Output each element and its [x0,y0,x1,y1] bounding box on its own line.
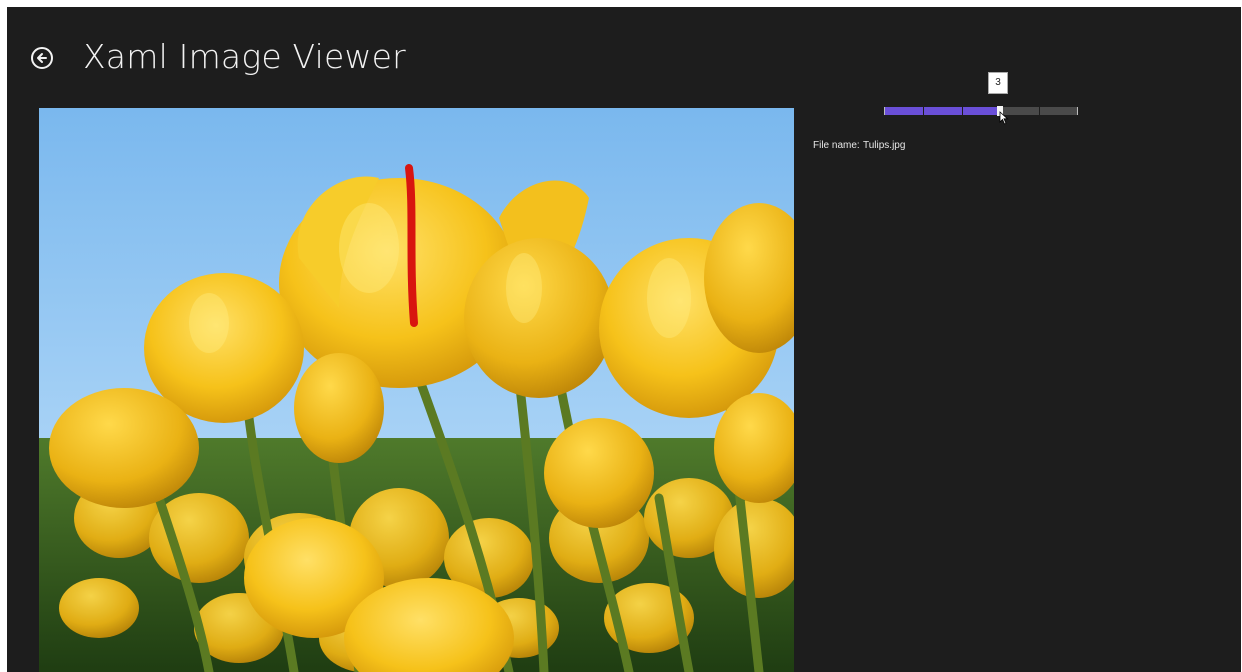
back-arrow-icon [37,53,47,63]
slider-tick [922,107,924,115]
page-title: Xaml Image Viewer [83,37,406,76]
back-button[interactable] [31,47,53,69]
file-name-label: File name: [813,140,860,151]
slider-tick [961,107,963,115]
value-slider[interactable] [884,106,1078,116]
app-window: Xaml Image Viewer 3 File name: Tulips.jp… [7,7,1241,672]
mouse-cursor-icon [999,111,1009,125]
tulips-image [39,108,794,672]
slider-tick [1077,107,1078,115]
slider-fill [884,107,1001,115]
file-name-value: Tulips.jpg [863,140,906,151]
slider-tick [884,107,885,115]
tulips-photo [39,108,794,672]
slider-value-tooltip: 3 [988,72,1008,94]
slider-tick [1039,107,1041,115]
